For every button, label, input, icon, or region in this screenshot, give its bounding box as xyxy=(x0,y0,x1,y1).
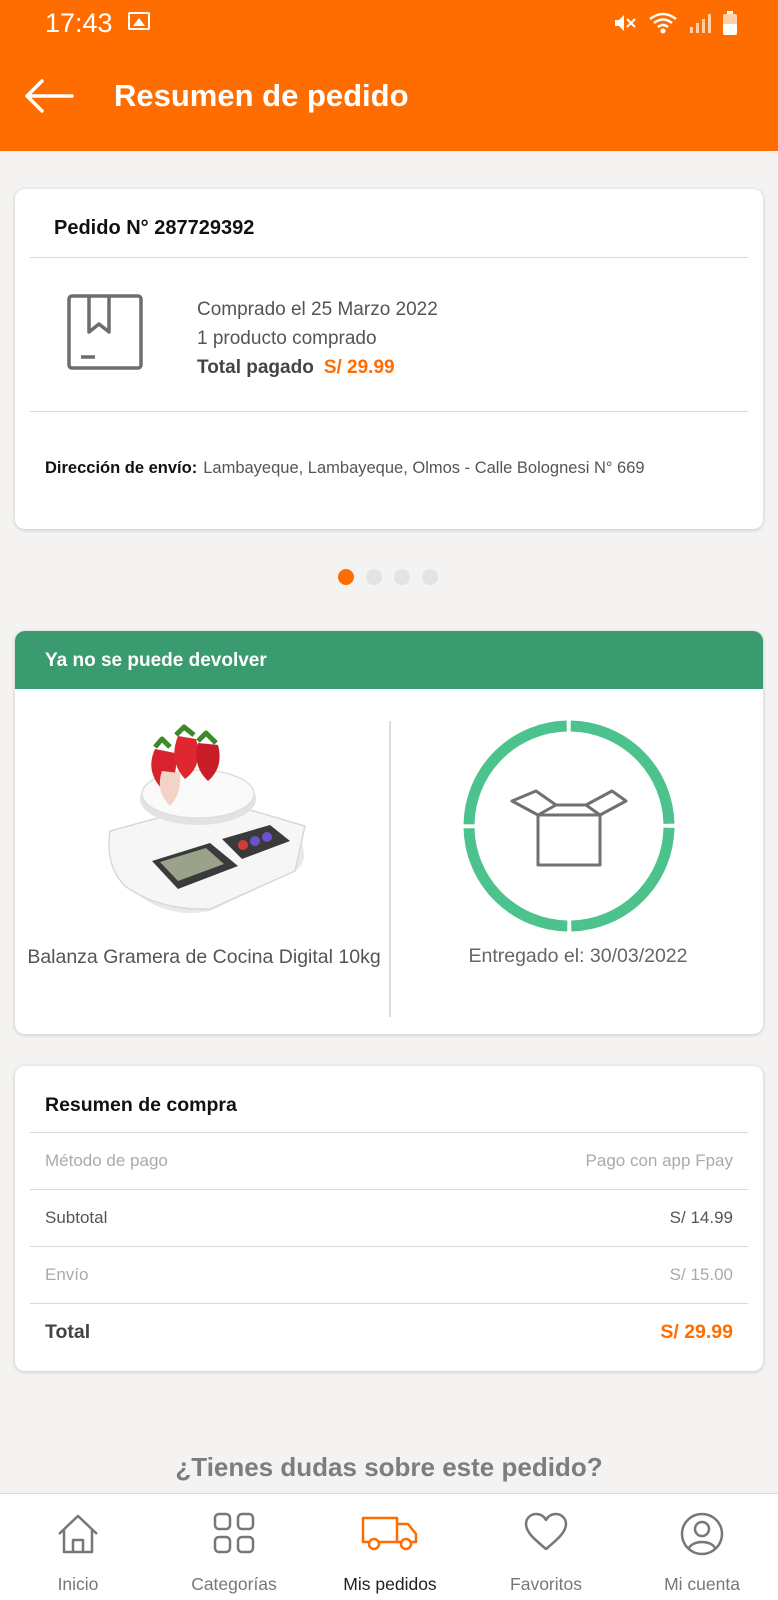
account-icon xyxy=(680,1512,724,1556)
nav-item-categorias[interactable]: Categorías xyxy=(156,1494,312,1600)
nav-item-favoritos[interactable]: Favoritos xyxy=(468,1494,624,1600)
carousel-dot[interactable] xyxy=(394,569,410,585)
nav-label-mi-cuenta: Mi cuenta xyxy=(664,1574,740,1594)
heart-icon xyxy=(524,1512,568,1551)
purchase-date: Comprado el 25 Marzo 2022 xyxy=(197,299,438,320)
wifi-icon xyxy=(649,12,677,34)
page-title: Resumen de pedido xyxy=(114,78,409,113)
summary-title: Resumen de compra xyxy=(45,1094,237,1116)
delivered-date: Entregado el: 30/03/2022 xyxy=(468,945,688,967)
app-bar: Resumen de pedido xyxy=(0,46,778,151)
product-count: 1 producto comprado xyxy=(197,328,377,349)
help-heading: ¿Tienes dudas sobre este pedido? xyxy=(175,1452,603,1482)
status-time: 17:43 xyxy=(45,8,113,38)
payment-method-row: Método de pago Pago con app Fpay xyxy=(45,1133,733,1189)
truck-icon xyxy=(361,1516,418,1551)
nav-label-favoritos: Favoritos xyxy=(510,1574,582,1594)
order-number: Pedido N° 287729392 xyxy=(54,217,255,239)
subtotal-row: Subtotal S/ 14.99 xyxy=(45,1190,733,1246)
total-label: Total xyxy=(45,1320,91,1343)
signal-icon xyxy=(690,14,711,33)
delivered-box-icon xyxy=(463,720,675,932)
shipping-label: Envío xyxy=(45,1265,89,1284)
home-icon xyxy=(58,1514,98,1554)
order-card: Pedido N° 287729392 Comprado el 25 Marzo… xyxy=(15,189,763,529)
product-name[interactable]: Balanza Gramera de Cocina Digital 10kg xyxy=(25,945,383,970)
payment-method-value: Pago con app Fpay xyxy=(585,1151,733,1170)
shipment-card: Ya no se puede devolver Balanza Gramera … xyxy=(15,631,763,1034)
subtotal-value: S/ 14.99 xyxy=(669,1208,733,1227)
nav-label-mis-pedidos: Mis pedidos xyxy=(343,1574,437,1594)
bottom-nav: Inicio Categorías Mis pedidos Favoritos … xyxy=(0,1493,778,1600)
nav-label-inicio: Inicio xyxy=(57,1574,99,1594)
total-paid-value: S/ 29.99 xyxy=(323,357,395,378)
package-icon xyxy=(67,294,143,370)
address-label: Dirección de envío: xyxy=(45,459,198,477)
carousel-dot[interactable] xyxy=(338,569,354,585)
image-notification-icon xyxy=(128,12,150,30)
subtotal-label: Subtotal xyxy=(45,1208,108,1227)
purchase-summary-card: Resumen de compra Método de pago Pago co… xyxy=(15,1066,763,1371)
carousel-dot[interactable] xyxy=(366,569,382,585)
shipping-row: Envío S/ 15.00 xyxy=(45,1247,733,1303)
nav-item-mi-cuenta[interactable]: Mi cuenta xyxy=(624,1494,778,1600)
battery-icon xyxy=(723,11,737,35)
status-icons xyxy=(612,10,738,36)
total-paid: Total pagado S/ 29.99 xyxy=(197,353,438,382)
grid-icon xyxy=(213,1512,255,1554)
address-value: Lambayeque, Lambayeque, Olmos - Calle Bo… xyxy=(203,459,645,477)
total-row: Total S/ 29.99 xyxy=(45,1304,733,1360)
status-bar: 17:43 xyxy=(0,0,778,46)
order-info: Comprado el 25 Marzo 2022 1 producto com… xyxy=(197,295,438,382)
carousel-dots xyxy=(338,569,438,585)
total-paid-label: Total pagado xyxy=(197,357,314,378)
shipping-value: S/ 15.00 xyxy=(669,1265,733,1284)
nav-label-categorias: Categorías xyxy=(191,1574,277,1594)
divider xyxy=(30,257,748,258)
return-status-text: Ya no se puede devolver xyxy=(45,650,267,671)
product-image[interactable] xyxy=(100,721,320,921)
shipping-address: Dirección de envío: Lambayeque, Lambayequ… xyxy=(45,459,645,478)
nav-item-mis-pedidos[interactable]: Mis pedidos xyxy=(312,1494,468,1600)
mute-icon xyxy=(615,15,636,31)
return-status-banner: Ya no se puede devolver xyxy=(15,631,763,689)
vertical-divider xyxy=(389,721,391,1017)
nav-item-inicio[interactable]: Inicio xyxy=(0,1494,156,1600)
divider xyxy=(30,411,748,412)
carousel-dot[interactable] xyxy=(422,569,438,585)
total-value: S/ 29.99 xyxy=(660,1320,733,1343)
back-arrow-icon[interactable] xyxy=(22,76,74,116)
payment-method-label: Método de pago xyxy=(45,1151,168,1170)
